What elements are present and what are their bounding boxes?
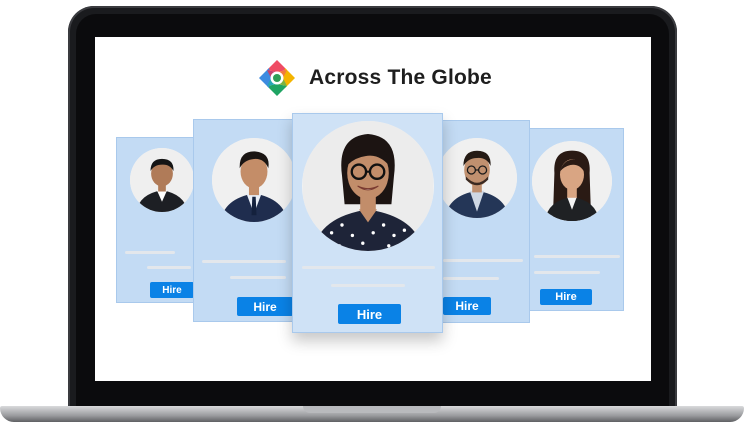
hire-button-5[interactable]: Hire — [540, 289, 592, 305]
card-line — [147, 266, 191, 269]
card-line — [534, 255, 620, 258]
candidate-avatar-5 — [532, 141, 612, 221]
person-avatar-man-icon — [212, 138, 296, 222]
card-line — [534, 271, 600, 274]
card-line — [443, 277, 499, 280]
candidate-card-4: Hire — [437, 120, 530, 323]
candidate-card-1: Hire — [116, 137, 194, 303]
candidate-avatar-3 — [302, 121, 434, 251]
card-line — [125, 251, 175, 254]
hire-button-3[interactable]: Hire — [338, 304, 401, 324]
candidate-avatar-2 — [212, 138, 296, 222]
candidate-card-3: Hire — [292, 113, 443, 333]
card-line — [331, 284, 405, 287]
card-line — [230, 276, 286, 279]
card-line — [202, 260, 286, 263]
laptop-base-notch — [303, 406, 441, 413]
candidate-card-5: Hire — [529, 128, 624, 311]
candidate-avatar-4 — [437, 138, 517, 218]
person-avatar-woman-icon — [532, 141, 612, 221]
hire-button-4[interactable]: Hire — [443, 297, 491, 315]
multicolor-compass-logo-icon — [259, 60, 295, 96]
person-avatar-man-glasses-icon — [437, 138, 517, 218]
hire-button-2[interactable]: Hire — [237, 297, 293, 316]
candidate-avatar-1 — [130, 148, 194, 212]
card-line — [443, 259, 523, 262]
brand-header: Across The Globe — [257, 58, 492, 98]
laptop-screen: Across The Globe Hire Hire Hire Hire Hir… — [95, 37, 651, 381]
person-avatar-man-icon — [130, 148, 194, 212]
person-avatar-woman-glasses-icon — [303, 121, 433, 251]
brand-name: Across The Globe — [309, 66, 492, 89]
candidate-card-2: Hire — [193, 119, 296, 322]
card-line — [302, 266, 435, 269]
hire-button-1[interactable]: Hire — [150, 282, 194, 298]
